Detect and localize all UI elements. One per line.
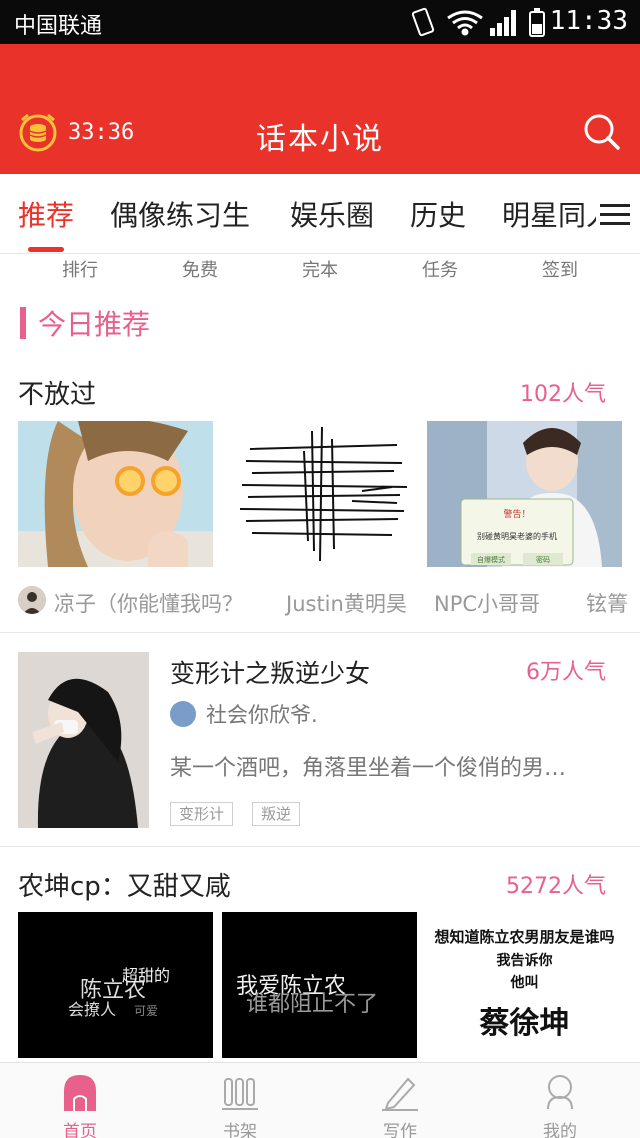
home-icon <box>64 1075 96 1111</box>
block-header[interactable]: 不放过 102人气 <box>18 372 622 410</box>
section-marker <box>20 307 26 339</box>
battery-icon <box>529 8 545 37</box>
bottom-nav: 首页 书架 写作 我的 <box>0 1062 640 1138</box>
tab-idol-trainee[interactable]: 偶像练习生 <box>110 194 250 234</box>
nav-bookshelf[interactable]: 书架 <box>180 1069 300 1138</box>
card-text: 我告诉你 <box>496 953 553 969</box>
nav-label: 我的 <box>543 1122 577 1138</box>
card-text: 蔡徐坤 <box>479 1006 570 1041</box>
status-bar: 中国联通 11:33 <box>0 0 640 44</box>
sub-nav: 排行 免费 完本 任务 签到 <box>0 254 640 284</box>
popularity-count: 102人气 <box>520 382 606 407</box>
section-title-text: 今日推荐 <box>38 308 151 341</box>
card-text: 超甜的 <box>122 966 171 985</box>
thumbnail-text-card[interactable]: 我爱陈立农 谁都阻止不了 <box>222 912 417 1058</box>
card-text: 他叫 <box>510 975 539 991</box>
thumbnail-scribble[interactable] <box>222 421 417 567</box>
story-title: 变形计之叛逆少女 <box>170 659 371 688</box>
category-tabs: 推荐 偶像练习生 娱乐圈 历史 明星同人 <box>0 174 640 254</box>
subnav-completed[interactable]: 完本 <box>280 256 360 282</box>
tab-indicator <box>28 247 64 252</box>
card-text: 可爱 <box>134 1004 159 1018</box>
warning-caption-title: 警告！ <box>503 508 530 520</box>
subnav-free[interactable]: 免费 <box>160 256 240 282</box>
thumbnail-girl-oranges[interactable] <box>18 421 213 567</box>
divider <box>0 632 640 633</box>
bookshelf-icon <box>222 1078 258 1110</box>
divider <box>0 846 640 847</box>
image-row: 警告！ 别碰黄明昊老婆的手机 自爆模式 密码 <box>18 421 622 567</box>
subnav-tasks[interactable]: 任务 <box>400 256 480 282</box>
card-text: 想知道陈立农男朋友是谁吗 <box>434 928 615 946</box>
author-name: 社会你欣爷. <box>206 703 318 727</box>
app-bar: 33:36 话本小说 <box>0 44 640 174</box>
subnav-ranking[interactable]: 排行 <box>40 256 120 282</box>
pencil-icon <box>382 1077 418 1111</box>
tab-entertainment[interactable]: 娱乐圈 <box>290 194 374 234</box>
nav-label: 书架 <box>223 1122 257 1138</box>
story-cover[interactable] <box>18 652 149 828</box>
author-name[interactable]: Justin黄明昊 <box>286 588 407 617</box>
profile-icon <box>547 1075 573 1110</box>
block-title: 农坤cp：又甜又咸 <box>18 872 231 902</box>
card-text: 会撩人 <box>68 1000 117 1019</box>
story-description: 某一个酒吧，角落里坐着一个俊俏的男… <box>170 756 567 781</box>
signal-icon <box>490 10 516 36</box>
tab-recommend[interactable]: 推荐 <box>18 194 74 234</box>
author-name[interactable]: 凉子（你能懂我吗？ <box>54 588 243 617</box>
popularity-count: 5272人气 <box>506 874 606 899</box>
nav-home[interactable]: 首页 <box>20 1069 140 1138</box>
warning-caption-option1: 自爆模式 <box>477 555 505 564</box>
nav-profile[interactable]: 我的 <box>500 1069 620 1138</box>
nav-label: 写作 <box>383 1122 417 1138</box>
avatar[interactable] <box>18 586 46 614</box>
clock: 11:33 <box>549 6 628 36</box>
story-author[interactable]: 社会你欣爷. <box>170 700 318 728</box>
warning-caption-option2: 密码 <box>536 555 550 564</box>
wifi-icon <box>447 10 483 36</box>
nav-label: 首页 <box>63 1122 97 1138</box>
vibrate-icon <box>411 7 435 37</box>
subnav-checkin[interactable]: 签到 <box>520 256 600 282</box>
nav-write[interactable]: 写作 <box>340 1069 460 1138</box>
image-row: 陈立农 超甜的 会撩人 可爱 我爱陈立农 谁都阻止不了 想知道陈立农男朋友是谁吗… <box>18 912 622 1058</box>
app-title: 话本小说 <box>256 122 384 157</box>
avatar <box>170 701 196 727</box>
tab-history[interactable]: 历史 <box>410 194 466 234</box>
menu-icon[interactable] <box>596 174 640 253</box>
thumbnail-boy-phone[interactable]: 警告！ 别碰黄明昊老婆的手机 自爆模式 密码 <box>427 421 622 567</box>
tag[interactable]: 叛逆 <box>252 802 301 826</box>
thumbnail-text-card[interactable]: 想知道陈立农男朋友是谁吗 我告诉你 他叫 蔡徐坤 <box>427 912 622 1058</box>
search-icon[interactable] <box>580 110 624 154</box>
author-list: 凉子（你能懂我吗？ Justin黄明昊 NPC小哥哥 铉箐 <box>18 585 640 617</box>
author-name[interactable]: NPC小哥哥 <box>434 588 540 617</box>
warning-caption-body: 别碰黄明昊老婆的手机 <box>477 531 557 541</box>
block-title: 不放过 <box>18 380 97 410</box>
popularity-count: 6万人气 <box>526 660 606 685</box>
card-text: 谁都阻止不了 <box>246 992 379 1017</box>
carrier-name: 中国联通 <box>14 14 103 39</box>
block-header[interactable]: 农坤cp：又甜又咸 5272人气 <box>18 864 622 902</box>
section-title: 今日推荐 <box>20 305 150 341</box>
story-card[interactable]: 变形计之叛逆少女 6万人气 社会你欣爷. 某一个酒吧，角落里坐着一个俊俏的男… … <box>18 652 622 828</box>
author-name[interactable]: 铉箐 <box>586 588 628 617</box>
status-icons <box>411 7 545 37</box>
tag[interactable]: 变形计 <box>170 802 234 826</box>
thumbnail-text-card[interactable]: 陈立农 超甜的 会撩人 可爱 <box>18 912 213 1058</box>
